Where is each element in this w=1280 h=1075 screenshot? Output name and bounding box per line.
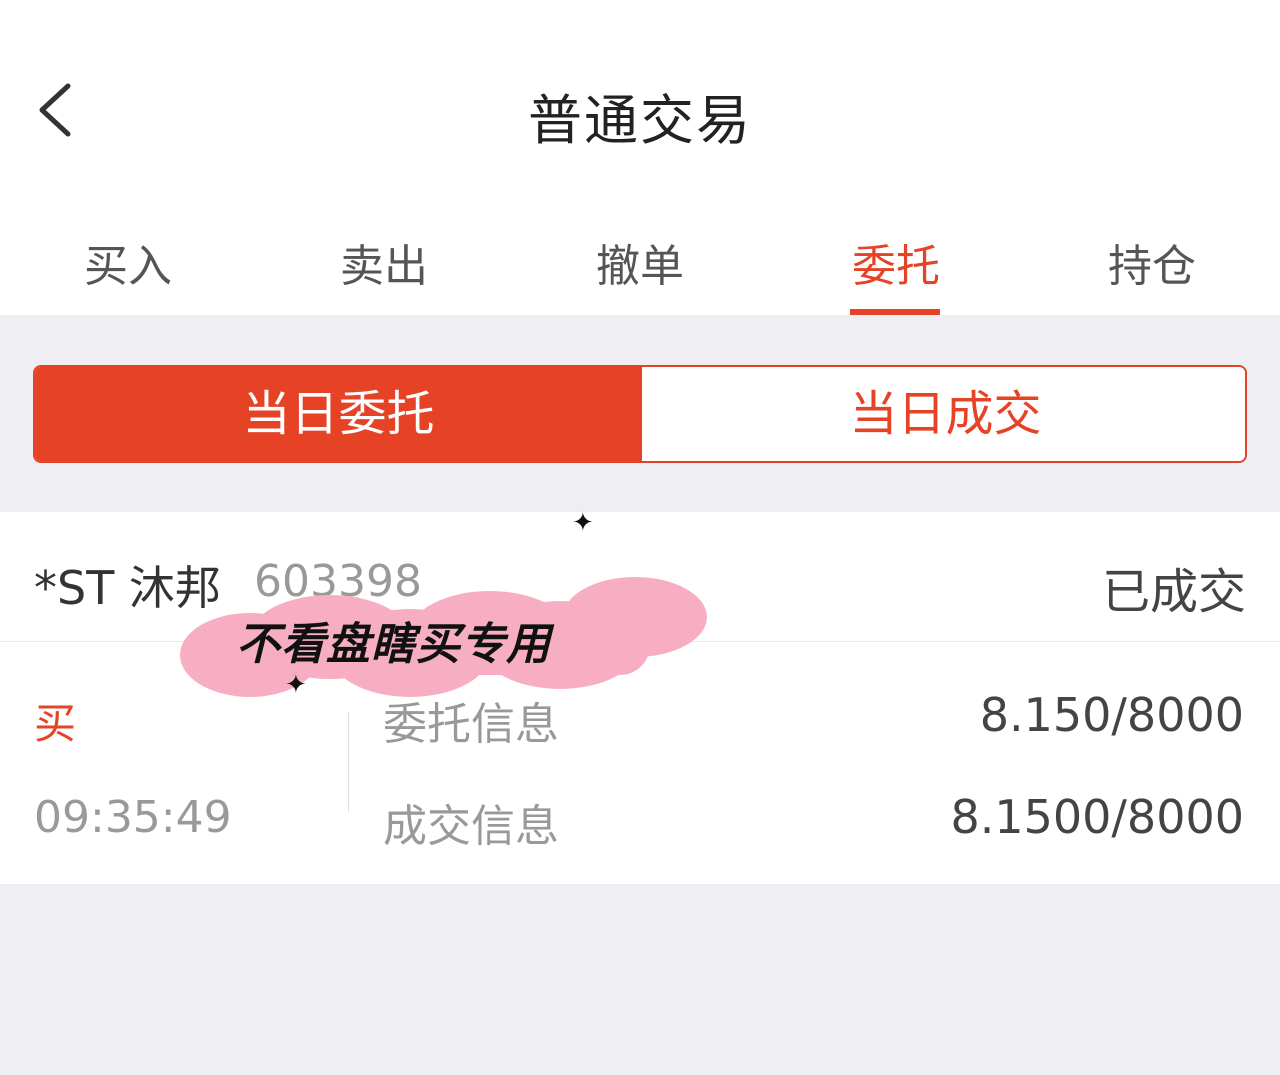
tab-positions[interactable]: 持仓 — [1024, 230, 1280, 315]
vertical-divider — [348, 712, 349, 812]
segment-today-deals[interactable]: 当日成交 — [642, 367, 1245, 461]
app-header: 普通交易 — [0, 0, 1280, 210]
sticker-text: 不看盘瞎买专用 — [236, 619, 551, 670]
stock-name: *ST 沐邦 — [34, 561, 221, 615]
sparkle-icon: ✦ — [285, 670, 307, 700]
tab-bar: 买入 卖出 撤单 委托 持仓 — [0, 210, 1280, 315]
deal-info-value: 8.1500/8000 — [950, 790, 1244, 844]
order-status: 已成交 — [1101, 564, 1246, 620]
order-time: 09:35:49 — [34, 792, 232, 843]
tab-cancel-order[interactable]: 撤单 — [512, 230, 768, 315]
active-tab-indicator — [850, 309, 940, 315]
order-info-label: 委托信息 — [383, 699, 559, 750]
tab-orders[interactable]: 委托 — [768, 230, 1024, 315]
order-info-value: 8.150/8000 — [979, 688, 1244, 742]
tab-buy[interactable]: 买入 — [0, 230, 256, 315]
deal-info-label: 成交信息 — [383, 801, 559, 852]
order-side: 买 — [34, 699, 77, 748]
tab-sell[interactable]: 卖出 — [256, 230, 512, 315]
order-card[interactable]: *ST 沐邦 603398 已成交 买 09:35:49 委托信息 8.150/… — [0, 512, 1280, 884]
sparkle-icon: ✦ — [572, 508, 594, 538]
page-title: 普通交易 — [528, 89, 752, 152]
segment-control: 当日委托 当日成交 — [33, 365, 1247, 463]
stock-row: *ST 沐邦 603398 已成交 — [0, 512, 1280, 642]
segment-today-orders[interactable]: 当日委托 — [35, 367, 642, 461]
stock-code: 603398 — [254, 556, 422, 607]
